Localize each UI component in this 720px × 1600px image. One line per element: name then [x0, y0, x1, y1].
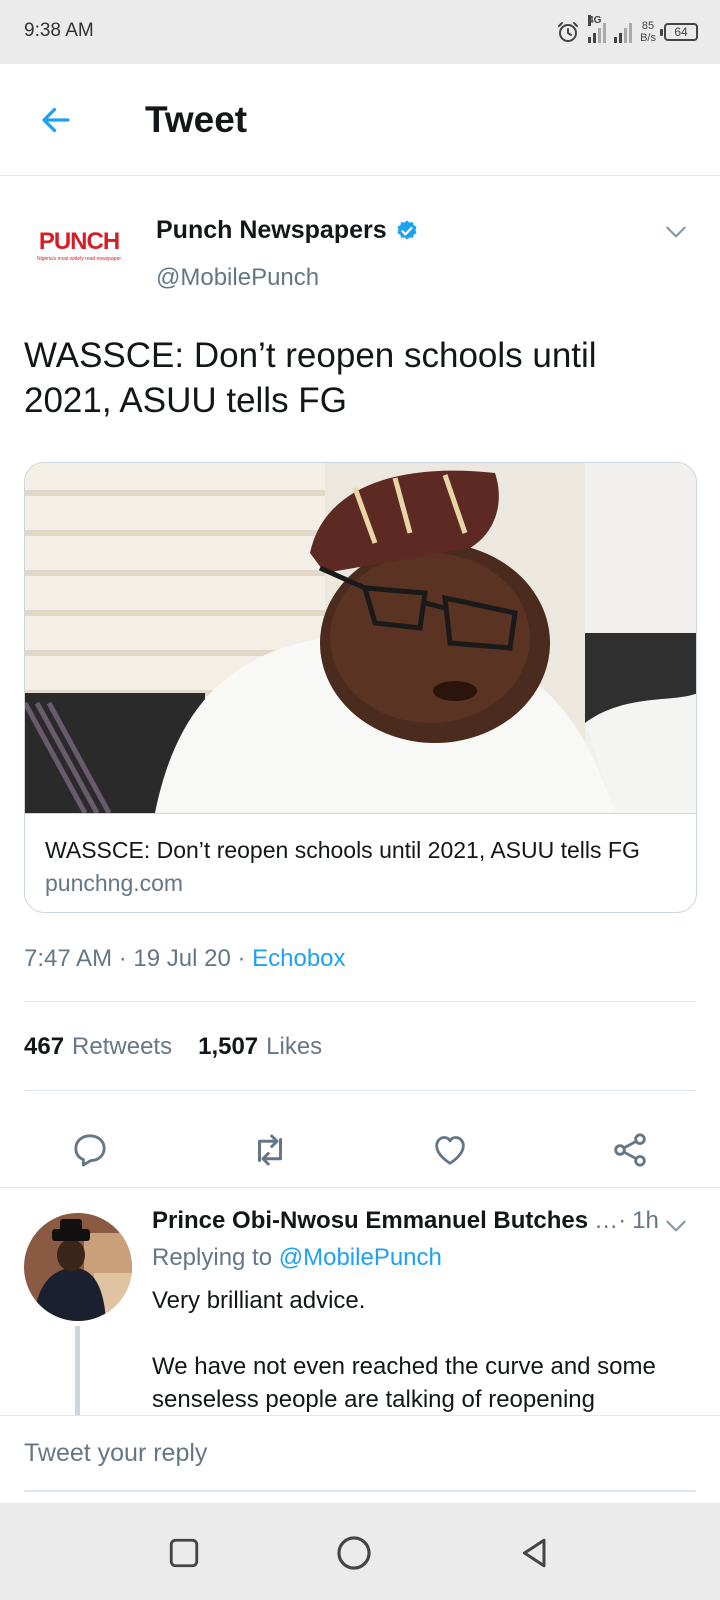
- thread-line: [75, 1326, 80, 1416]
- reply-header: Prince Obi-Nwosu Emmanuel Butches …· 1h: [152, 1207, 682, 1235]
- reply-avatar[interactable]: [24, 1213, 132, 1321]
- reply-composer: [0, 1415, 720, 1503]
- retweets-count: 467: [24, 1033, 65, 1060]
- page-title: Tweet: [145, 99, 248, 140]
- retweet-icon: [258, 1134, 282, 1166]
- punch-logo: PUNCH: [38, 228, 120, 255]
- like-button[interactable]: [420, 1120, 480, 1180]
- status-icons: 4G 85 B/s 64: [556, 15, 698, 48]
- share-icon: [614, 1133, 646, 1167]
- net-speed: 85 B/s: [640, 20, 656, 44]
- share-button[interactable]: [600, 1120, 660, 1180]
- retweet-button[interactable]: [240, 1120, 300, 1180]
- net-speed-value: 85: [641, 20, 655, 32]
- retweets-label: Retweets: [72, 1033, 173, 1060]
- tweet-time: 7:47 AM: [24, 945, 113, 972]
- ellipsis-separator: …·: [594, 1207, 627, 1234]
- app-header: Tweet: [0, 64, 720, 176]
- square-icon: [169, 1538, 199, 1568]
- tweet-date: 19 Jul 20: [133, 945, 231, 972]
- home-button[interactable]: [332, 1531, 376, 1575]
- card-title: WASSCE: Don’t reopen schools until 2021,…: [45, 837, 640, 863]
- network-type: 4G: [588, 15, 602, 26]
- system-nav-bar: [0, 1503, 720, 1600]
- reply-options-button[interactable]: [660, 1210, 692, 1242]
- punch-logo-tagline: Nigeria's most widely read newspaper: [36, 256, 122, 262]
- tweet-actions: [0, 1110, 720, 1190]
- status-bar: 9:38 AM 4G 85 B/s 64: [0, 0, 720, 64]
- back-button[interactable]: [30, 94, 82, 146]
- heart-icon: [435, 1136, 465, 1165]
- tweet-text: WASSCE: Don’t reopen schools until 2021,…: [24, 336, 597, 420]
- author-handle[interactable]: @MobilePunch: [156, 264, 319, 292]
- author-avatar[interactable]: PUNCH Nigeria's most widely read newspap…: [24, 216, 134, 276]
- reply-icon: [74, 1134, 106, 1167]
- reply-time: 1h: [632, 1207, 659, 1234]
- link-card[interactable]: WASSCE: Don’t reopen schools until 2021,…: [24, 462, 697, 913]
- card-info: WASSCE: Don’t reopen schools until 2021,…: [25, 813, 696, 912]
- reply-button[interactable]: [60, 1120, 120, 1180]
- signal-4g-icon: 4G: [588, 15, 607, 43]
- alarm-icon: [558, 22, 579, 42]
- tweet-stats: 467 Retweets 1,507 Likes: [24, 1033, 322, 1061]
- reply-line-2: We have not even reached the curve and s…: [152, 1353, 656, 1413]
- chevron-down-icon: [666, 1220, 686, 1232]
- divider: [24, 1001, 696, 1002]
- likes-stat[interactable]: 1,507 Likes: [198, 1033, 322, 1061]
- likes-label: Likes: [266, 1033, 323, 1060]
- divider: [0, 1187, 720, 1188]
- triangle-back-icon: [523, 1538, 546, 1568]
- reply-line-1: Very brilliant advice.: [152, 1287, 366, 1314]
- battery-icon: 64: [660, 23, 698, 41]
- reply-author-name[interactable]: Prince Obi-Nwosu Emmanuel Butches: [152, 1207, 588, 1235]
- net-speed-unit: B/s: [640, 32, 656, 44]
- card-image: [25, 463, 696, 813]
- recents-button[interactable]: [162, 1531, 206, 1575]
- arrow-left-icon: [42, 107, 70, 133]
- signal-icon: [614, 21, 633, 43]
- replying-to-handle[interactable]: @MobilePunch: [279, 1244, 442, 1271]
- likes-count: 1,507: [198, 1033, 259, 1060]
- divider: [24, 1090, 696, 1091]
- tweet-options-button[interactable]: [660, 216, 692, 248]
- circle-icon: [337, 1536, 371, 1570]
- tweet-source[interactable]: Echobox: [252, 945, 345, 972]
- replying-to-label: Replying to: [152, 1244, 273, 1271]
- status-time: 9:38 AM: [24, 20, 94, 41]
- replying-to: Replying to @MobilePunch: [152, 1244, 442, 1272]
- reply-input[interactable]: [24, 1416, 696, 1492]
- chevron-down-icon: [666, 226, 686, 238]
- tweet-author: PUNCH Nigeria's most widely read newspap…: [0, 176, 720, 316]
- verified-badge-icon: [397, 220, 417, 239]
- author-name[interactable]: Punch Newspapers: [156, 216, 387, 245]
- retweets-stat[interactable]: 467 Retweets: [24, 1033, 172, 1061]
- back-nav-button[interactable]: [513, 1531, 557, 1575]
- author-name-row: Punch Newspapers: [156, 216, 419, 245]
- card-domain: punchng.com: [45, 870, 184, 896]
- tweet-timestamp: 7:47 AM · 19 Jul 20 · Echobox: [24, 945, 346, 972]
